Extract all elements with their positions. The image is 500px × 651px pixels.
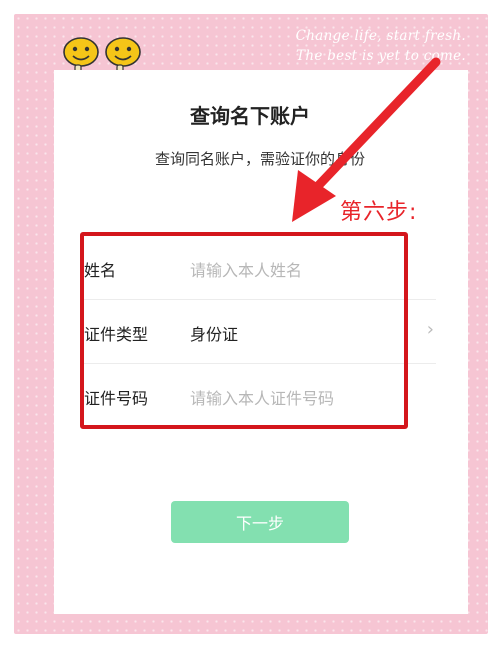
step-annotation: 第六步: <box>340 200 418 225</box>
chevron-right-icon[interactable]: › <box>427 319 434 340</box>
tagline: Change life, start fresh. The best is ye… <box>296 26 466 66</box>
next-step-button[interactable]: 下一步 <box>171 501 349 543</box>
tagline-line-1: Change life, start fresh. <box>295 28 466 44</box>
page-title: 查询名下账户 <box>190 104 310 128</box>
tagline-line-2: The best is yet to come. <box>296 48 466 64</box>
highlight-box <box>80 232 408 429</box>
page-subtitle: 查询同名账户，需验证你的身份 <box>154 150 365 168</box>
